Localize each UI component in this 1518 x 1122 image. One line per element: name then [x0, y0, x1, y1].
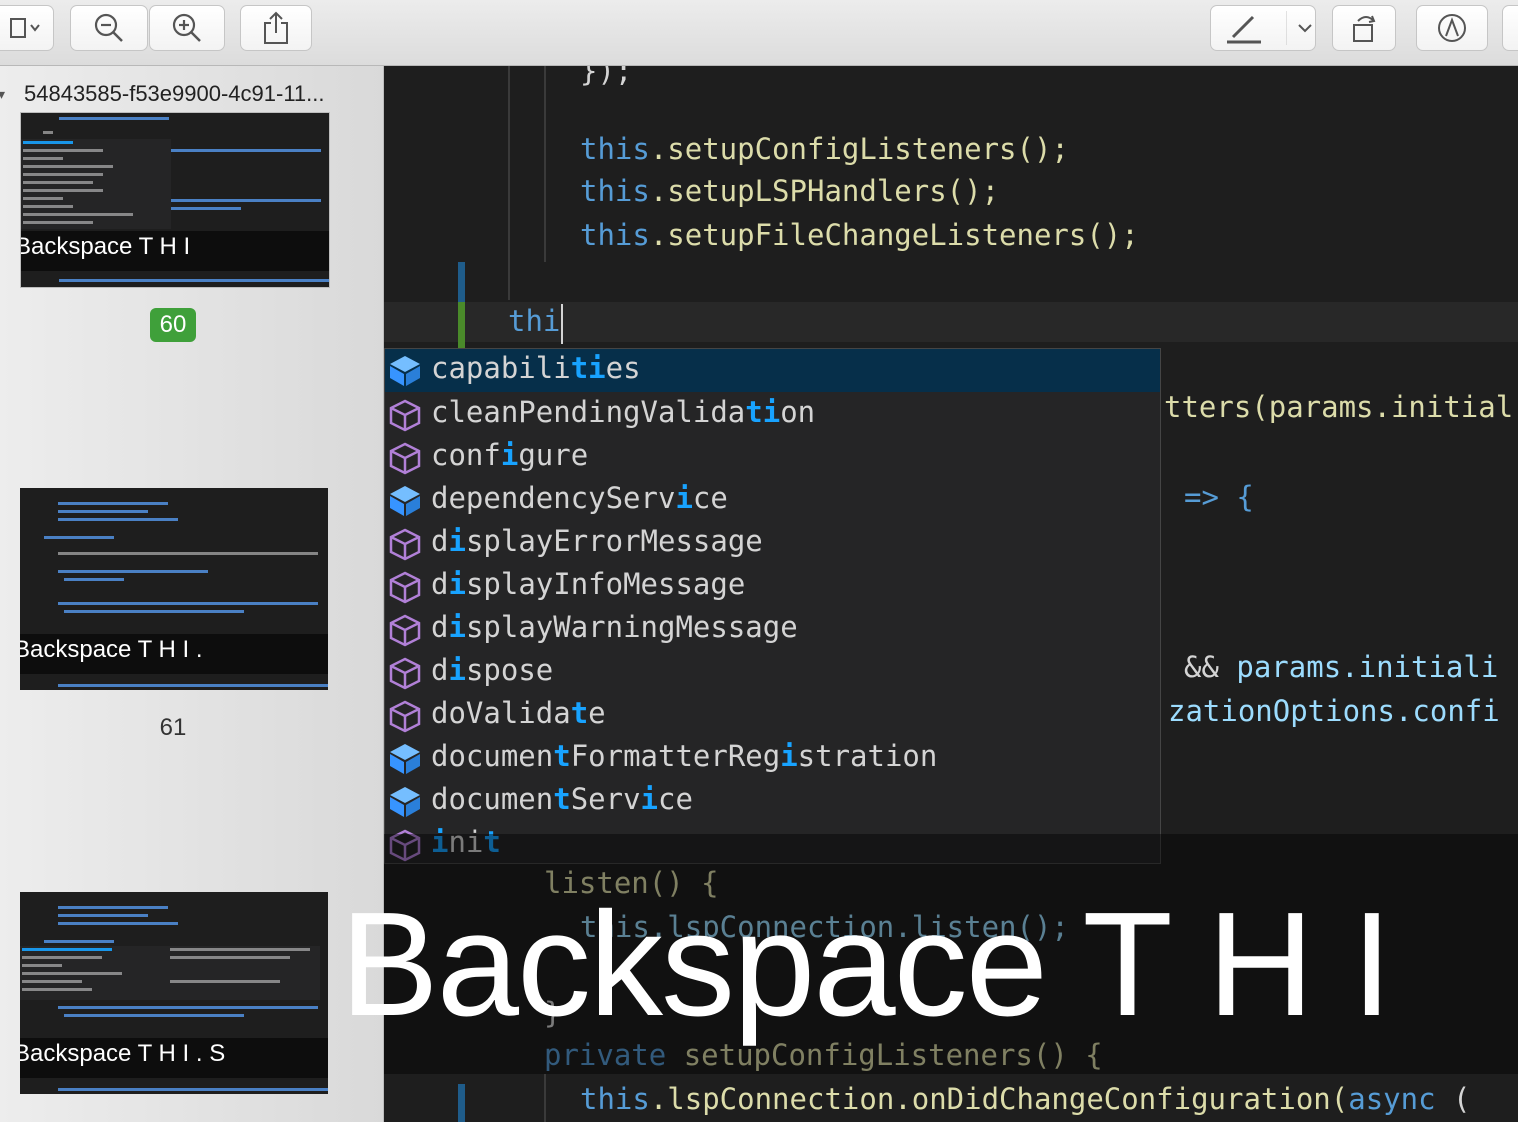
thumbnail-caption: Backspace T H I: [21, 231, 329, 271]
suggestion-item[interactable]: configure: [385, 436, 1160, 479]
annotate-button[interactable]: [1416, 5, 1488, 51]
method-cube-icon: [389, 528, 421, 561]
share-icon: [264, 11, 288, 44]
method-cube-icon: [389, 442, 421, 475]
document-title-row[interactable]: ▾ 54843585-f53e9900-4c91-11...: [0, 74, 383, 114]
gutter-modified-marker: [458, 1084, 465, 1122]
sidebar-toggle-icon: [10, 18, 40, 38]
field-cube-icon: [390, 744, 420, 774]
thumbnail-sidebar: ▾ 54843585-f53e9900-4c91-11... Backspace…: [0, 66, 384, 1122]
code-line: this.setupFileChangeListeners();: [580, 218, 1139, 252]
code-line: tters(params.initial: [1164, 390, 1514, 424]
field-cube-icon: [390, 356, 420, 386]
toolbar: [0, 0, 1518, 66]
text-caret: [561, 304, 563, 344]
suggestion-item[interactable]: documentService: [385, 780, 1160, 823]
markup-pen-icon: [1227, 11, 1287, 45]
zoom-out-icon: [94, 13, 123, 42]
typed-text: thi: [508, 304, 561, 338]
gutter-modified-marker: [458, 262, 465, 302]
annotate-icon: [1438, 14, 1466, 42]
method-cube-icon: [389, 657, 421, 690]
sidebar-toggle-button[interactable]: [0, 5, 54, 51]
thumbnail-caption-text: Backspace T H I .: [20, 636, 203, 663]
thumbnail-caption-text: Backspace T H I . S: [20, 1040, 226, 1067]
suggestion-item[interactable]: displayInfoMessage: [385, 565, 1160, 608]
thumbnail-caption: Backspace T H I . S: [20, 1038, 328, 1078]
indent-guide: [544, 66, 546, 262]
code-line: this.setupLSPHandlers();: [580, 174, 1000, 208]
document-title: 54843585-f53e9900-4c91-11...: [24, 81, 325, 106]
page-thumbnail-60[interactable]: Backspace T H I: [20, 112, 330, 288]
suggestion-item[interactable]: cleanPendingValidation: [385, 393, 1160, 436]
disclosure-triangle-icon[interactable]: ▾: [0, 74, 5, 114]
keystroke-caption: Backspace T H I: [340, 882, 1392, 1047]
code-line: => {: [1184, 480, 1254, 514]
method-cube-icon: [389, 399, 421, 432]
rotate-button[interactable]: [1332, 5, 1396, 51]
code-line: zationOptions.confi: [1168, 694, 1500, 728]
code-line: this.lspConnection.onDidChangeConfigurat…: [580, 1082, 1471, 1116]
zoom-out-button[interactable]: [70, 5, 148, 51]
suggestion-item[interactable]: documentFormatterRegistration: [385, 737, 1160, 780]
thumbnail-caption-text: Backspace T H I: [20, 233, 191, 260]
suggestion-item[interactable]: dependencyService: [385, 479, 1160, 522]
suggestion-item[interactable]: capabilities: [385, 349, 1160, 392]
indent-guide: [508, 66, 510, 300]
zoom-in-button[interactable]: [149, 5, 225, 51]
autocomplete-suggestions: capabilities cleanPendingValidation conf…: [384, 348, 1161, 864]
indent-guide: [544, 1074, 546, 1122]
code-line: });: [580, 66, 633, 88]
rotate-icon: [1353, 15, 1376, 42]
page-number-60[interactable]: 60: [150, 308, 196, 342]
suggestion-item[interactable]: doValidate: [385, 694, 1160, 737]
method-cube-icon: [389, 614, 421, 647]
code-line: this.setupConfigListeners();: [580, 132, 1069, 166]
page-number-61[interactable]: 61: [143, 714, 203, 742]
toolbar-overflow-button[interactable]: [1502, 5, 1518, 51]
thumbnail-caption: Backspace T H I .: [20, 634, 328, 674]
field-cube-icon: [390, 787, 420, 817]
code-line: && params.initiali: [1184, 650, 1499, 684]
page-thumbnail-61[interactable]: Backspace T H I .: [20, 488, 328, 690]
chevron-down-icon[interactable]: [1295, 18, 1315, 38]
gutter-added-marker: [458, 302, 465, 348]
markup-button[interactable]: [1210, 5, 1316, 51]
suggestion-item[interactable]: displayErrorMessage: [385, 522, 1160, 565]
share-button[interactable]: [240, 5, 312, 51]
zoom-in-icon: [172, 13, 201, 42]
field-cube-icon: [390, 486, 420, 516]
suggestion-item[interactable]: dispose: [385, 651, 1160, 694]
method-cube-icon: [389, 700, 421, 733]
suggestion-item[interactable]: displayWarningMessage: [385, 608, 1160, 651]
method-cube-icon: [389, 571, 421, 604]
page-thumbnail-62[interactable]: Backspace T H I . S: [20, 892, 328, 1094]
